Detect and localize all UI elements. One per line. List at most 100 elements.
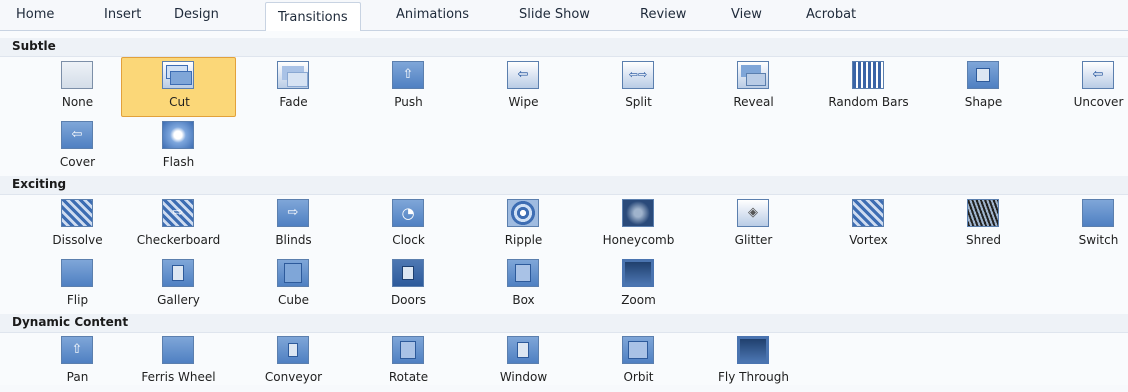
reveal-icon [737,61,769,89]
rotate-icon [392,336,424,364]
glitter-icon: ◈ [737,199,769,227]
vortex-icon [852,199,884,227]
tab-acrobat[interactable]: Acrobat [806,0,856,30]
uncover-icon: ⇦ [1082,61,1114,89]
transition-cover[interactable]: ⇦ Cover [20,117,135,177]
push-icon: ⇧ [392,61,424,89]
wipe-icon: ⇦ [507,61,539,89]
transition-label: Window [499,370,548,384]
transition-shred[interactable]: Shred [926,195,1041,255]
transition-label: Random Bars [828,95,909,109]
transition-label: Shred [966,233,1001,247]
none-icon [61,61,93,89]
transition-zoom[interactable]: Zoom [581,255,696,315]
transition-pan[interactable]: ⇧ Pan [20,332,135,392]
doors-icon [392,259,424,287]
transition-shape[interactable]: Shape [926,57,1041,117]
transition-label: Push [394,95,423,109]
section-header-dynamic-content: Dynamic Content [0,314,1128,333]
cube-icon [277,259,309,287]
tab-animations[interactable]: Animations [396,0,469,30]
transition-label: Box [512,293,535,307]
transition-orbit[interactable]: Orbit [581,332,696,392]
transition-label: Cut [169,95,190,109]
dissolve-icon [61,199,93,227]
pan-icon: ⇧ [61,336,93,364]
transition-label: Cube [278,293,309,307]
zoom-icon [622,259,654,287]
blinds-icon: ⇨ [277,199,309,227]
transition-label: Conveyor [264,370,323,384]
transition-ripple[interactable]: Ripple [466,195,581,255]
transition-box[interactable]: Box [466,255,581,315]
transition-rotate[interactable]: Rotate [351,332,466,392]
window-icon [507,336,539,364]
transition-cut[interactable]: Cut [121,57,236,117]
transition-honeycomb[interactable]: Honeycomb [581,195,696,255]
ferris-wheel-icon [162,336,194,364]
transition-conveyor[interactable]: Conveyor [236,332,351,392]
transition-label: Checkerboard [136,233,221,247]
transition-label: Honeycomb [602,233,675,247]
random-bars-icon [852,61,884,89]
box-icon [507,259,539,287]
transition-label: Flip [66,293,89,307]
transition-glitter[interactable]: ◈ Glitter [696,195,811,255]
transition-dissolve[interactable]: Dissolve [20,195,135,255]
fade-icon [277,61,309,89]
transition-label: Split [625,95,652,109]
transition-checkerboard[interactable]: ⇨ Checkerboard [121,195,236,255]
tab-home[interactable]: Home [16,0,54,30]
section-header-exciting: Exciting [0,176,1128,195]
transition-cube[interactable]: Cube [236,255,351,315]
transition-label: Vortex [849,233,888,247]
transition-fade[interactable]: Fade [236,57,351,117]
transition-flash[interactable]: Flash [121,117,236,177]
transition-doors[interactable]: Doors [351,255,466,315]
tab-insert[interactable]: Insert [104,0,141,30]
flash-icon [162,121,194,149]
transition-label: Clock [392,233,425,247]
transition-none[interactable]: None [20,57,135,117]
transition-blinds[interactable]: ⇨ Blinds [236,195,351,255]
switch-icon [1082,199,1114,227]
tab-review[interactable]: Review [640,0,686,30]
transition-label: Rotate [388,370,429,384]
fly-through-icon [737,336,769,364]
transition-split[interactable]: ⇦⇨ Split [581,57,696,117]
transition-flip[interactable]: Flip [20,255,135,315]
transition-vortex[interactable]: Vortex [811,195,926,255]
transition-wipe[interactable]: ⇦ Wipe [466,57,581,117]
transition-label: Orbit [623,370,654,384]
transition-window[interactable]: Window [466,332,581,392]
transition-label: Pan [66,370,89,384]
tab-slide-show[interactable]: Slide Show [519,0,590,30]
transition-label: Ferris Wheel [141,370,216,384]
cover-icon: ⇦ [61,121,93,149]
transition-label: None [61,95,94,109]
shred-icon [967,199,999,227]
tab-design[interactable]: Design [174,0,219,30]
tab-view[interactable]: View [731,0,762,30]
section-header-subtle: Subtle [0,38,1128,57]
transition-switch[interactable]: Switch [1041,195,1128,255]
transitions-gallery: Subtle None Cut Fade ⇧ Push ⇦ Wipe ⇦⇨ Sp… [0,31,1128,385]
transition-ferris-wheel[interactable]: Ferris Wheel [121,332,236,392]
transition-fly-through[interactable]: Fly Through [696,332,811,392]
transition-push[interactable]: ⇧ Push [351,57,466,117]
transition-label: Doors [390,293,427,307]
ripple-icon [507,199,539,227]
tab-transitions[interactable]: Transitions [265,2,361,32]
flip-icon [61,259,93,287]
transition-gallery[interactable]: Gallery [121,255,236,315]
transition-clock[interactable]: ◔ Clock [351,195,466,255]
transition-label: Glitter [734,233,773,247]
cut-icon [162,61,194,89]
transition-random-bars[interactable]: Random Bars [811,57,926,117]
transition-reveal[interactable]: Reveal [696,57,811,117]
transition-label: Uncover [1073,95,1124,109]
transition-uncover[interactable]: ⇦ Uncover [1041,57,1128,117]
transition-label: Blinds [275,233,312,247]
split-icon: ⇦⇨ [622,61,654,89]
transition-label: Fly Through [718,370,789,384]
